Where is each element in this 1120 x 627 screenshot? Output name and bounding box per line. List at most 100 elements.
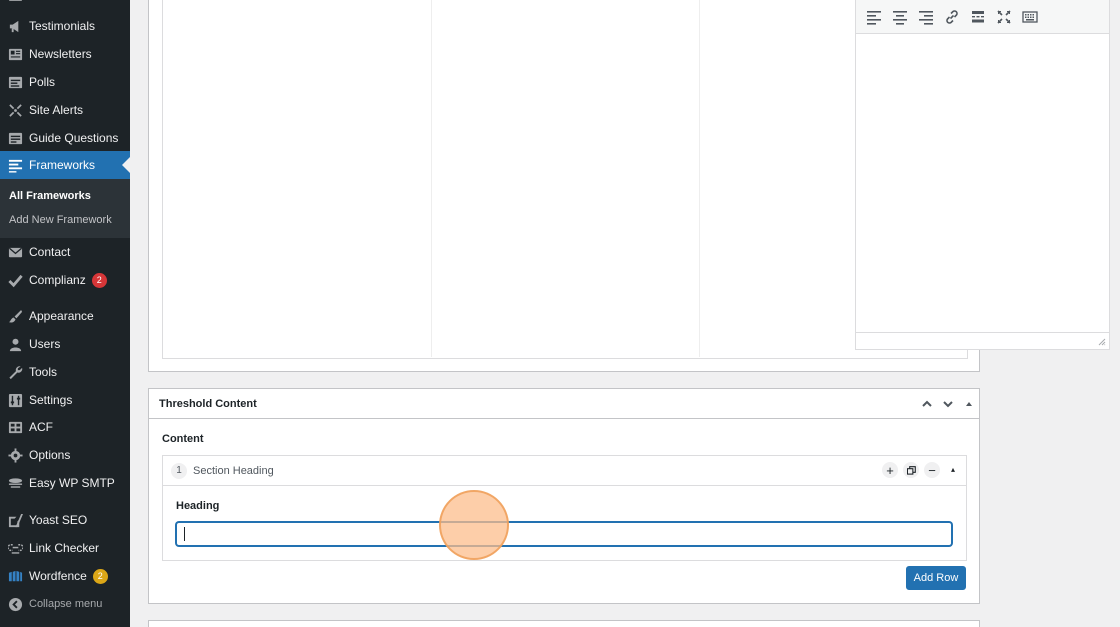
sidebar-item-link-checker[interactable]: Link Checker: [0, 534, 130, 562]
align-left-icon[interactable]: [864, 7, 884, 27]
sidebar-item-label: Wordfence: [29, 569, 87, 583]
sidebar-item-wordfence[interactable]: Wordfence 2: [0, 562, 130, 590]
sidebar-item-label: Guide Questions: [29, 131, 119, 145]
collapse-menu-label: Collapse menu: [29, 598, 103, 610]
heading-field-label: Heading: [176, 500, 220, 512]
collapse-menu-button[interactable]: Collapse menu: [0, 590, 130, 618]
frameworks-submenu: All Frameworks Add New Framework: [0, 179, 130, 238]
sidebar-item-label: Options: [29, 448, 71, 462]
users-icon: [7, 336, 23, 352]
collapse-row-icon[interactable]: ▴: [945, 462, 961, 478]
threshold-content-box: Threshold Content Content 1 Section Head…: [148, 388, 980, 604]
sidebar-item-options[interactable]: Options: [0, 441, 130, 469]
keyboard-icon[interactable]: [1020, 7, 1040, 27]
link-icon[interactable]: [942, 7, 962, 27]
columns-container: [162, 0, 968, 359]
resize-handle-icon[interactable]: [1098, 338, 1106, 346]
sidebar-item-site-alerts[interactable]: Site Alerts: [0, 96, 130, 124]
sidebar-item-label: Appearance: [29, 309, 94, 323]
sidebar-item-frameworks[interactable]: Frameworks: [0, 151, 130, 179]
sidebar-item-label: Site Alerts: [29, 103, 84, 117]
notification-badge: 2: [91, 272, 107, 288]
checkmark-icon: [7, 272, 23, 288]
paintbrush-icon: [7, 308, 23, 324]
fullscreen-icon[interactable]: [994, 7, 1014, 27]
sidebar-item-contact[interactable]: Contact: [0, 238, 130, 266]
sidebar-item-resources[interactable]: Resources: [0, 0, 130, 8]
sidebar-item-label: Yoast SEO: [29, 513, 88, 527]
sidebar-item-label: Tools: [29, 365, 58, 379]
remove-row-icon[interactable]: −: [924, 462, 940, 478]
sidebar-item-label: Resources: [29, 0, 86, 1]
add-row-icon[interactable]: +: [882, 462, 898, 478]
toggle-panel-button[interactable]: [960, 395, 978, 413]
settings-icon: [7, 392, 23, 408]
wysiwyg-editor[interactable]: [855, 0, 1110, 350]
duplicate-icon: [906, 465, 916, 475]
sidebar-item-appearance[interactable]: Appearance: [0, 302, 130, 330]
next-postbox: [148, 620, 980, 627]
move-up-button[interactable]: [918, 395, 936, 413]
megaphone-icon: [7, 18, 23, 34]
alert-icon: [7, 102, 23, 118]
resources-icon: [7, 0, 23, 2]
click-indicator: [439, 490, 509, 560]
threshold-header: Threshold Content: [149, 389, 979, 419]
sidebar-item-label: Contact: [29, 245, 71, 259]
read-more-icon[interactable]: [968, 7, 988, 27]
guide-icon: [7, 130, 23, 146]
sidebar-item-newsletters[interactable]: Newsletters: [0, 40, 130, 68]
sidebar-item-label: Testimonials: [29, 19, 96, 33]
sidebar-item-label: Easy WP SMTP: [29, 476, 115, 490]
sidebar-item-label: Frameworks: [29, 158, 96, 172]
frameworks-icon: [7, 157, 23, 173]
chevron-down-icon: [943, 401, 953, 408]
triangle-up-icon: [966, 402, 972, 406]
content-repeater: 1 Section Heading + − ▴ Heading: [162, 455, 967, 561]
sidebar-item-label: Link Checker: [29, 541, 100, 555]
sidebar-item-settings[interactable]: Settings: [0, 386, 130, 414]
row-title: Section Heading: [193, 464, 274, 477]
editor-toolbar: [856, 0, 1109, 34]
sidebar-item-testimonials[interactable]: Testimonials: [0, 12, 130, 40]
content-field-label: Content: [162, 433, 204, 445]
column-divider: [699, 0, 700, 357]
upper-content-box: [148, 0, 1110, 372]
link-checker-icon: [7, 540, 23, 556]
admin-sidebar: All Frameworks Add New Framework Resourc…: [0, 0, 130, 627]
editor-statusbar: [856, 332, 1109, 349]
collapse-icon: [7, 596, 23, 612]
duplicate-row-button[interactable]: [903, 462, 919, 478]
poll-icon: [7, 74, 23, 90]
heading-input[interactable]: [176, 522, 952, 546]
align-center-icon[interactable]: [890, 7, 910, 27]
gear-icon: [7, 447, 23, 463]
text-caret: [184, 527, 185, 541]
notification-badge: 2: [92, 568, 108, 584]
acf-icon: [7, 419, 23, 435]
sidebar-item-guide-questions[interactable]: Guide Questions: [0, 124, 130, 152]
sidebar-item-easy-wp-smtp[interactable]: Easy WP SMTP: [0, 469, 130, 497]
sidebar-item-users[interactable]: Users: [0, 330, 130, 358]
move-down-button[interactable]: [939, 395, 957, 413]
mail-icon: [7, 244, 23, 260]
sidebar-item-acf[interactable]: ACF: [0, 413, 130, 441]
align-right-icon[interactable]: [916, 7, 936, 27]
submenu-add-new-framework[interactable]: Add New Framework: [9, 214, 112, 226]
sidebar-item-label: ACF: [29, 420, 53, 434]
newsletter-icon: [7, 46, 23, 62]
sidebar-item-yoast-seo[interactable]: Yoast SEO: [0, 506, 130, 534]
sidebar-item-tools[interactable]: Tools: [0, 358, 130, 386]
repeater-row-header[interactable]: 1 Section Heading + − ▴: [163, 456, 966, 486]
sidebar-item-polls[interactable]: Polls: [0, 68, 130, 96]
sidebar-item-label: Complianz: [29, 273, 86, 287]
submenu-all-frameworks[interactable]: All Frameworks: [9, 190, 91, 202]
row-number: 1: [171, 462, 187, 479]
yoast-icon: [7, 512, 23, 528]
column-divider: [431, 0, 432, 357]
sidebar-item-label: Users: [29, 337, 61, 351]
sidebar-item-label: Settings: [29, 393, 73, 407]
add-row-button[interactable]: Add Row: [906, 566, 966, 590]
sidebar-item-complianz[interactable]: Complianz 2: [0, 266, 130, 294]
chevron-up-icon: [922, 400, 932, 407]
